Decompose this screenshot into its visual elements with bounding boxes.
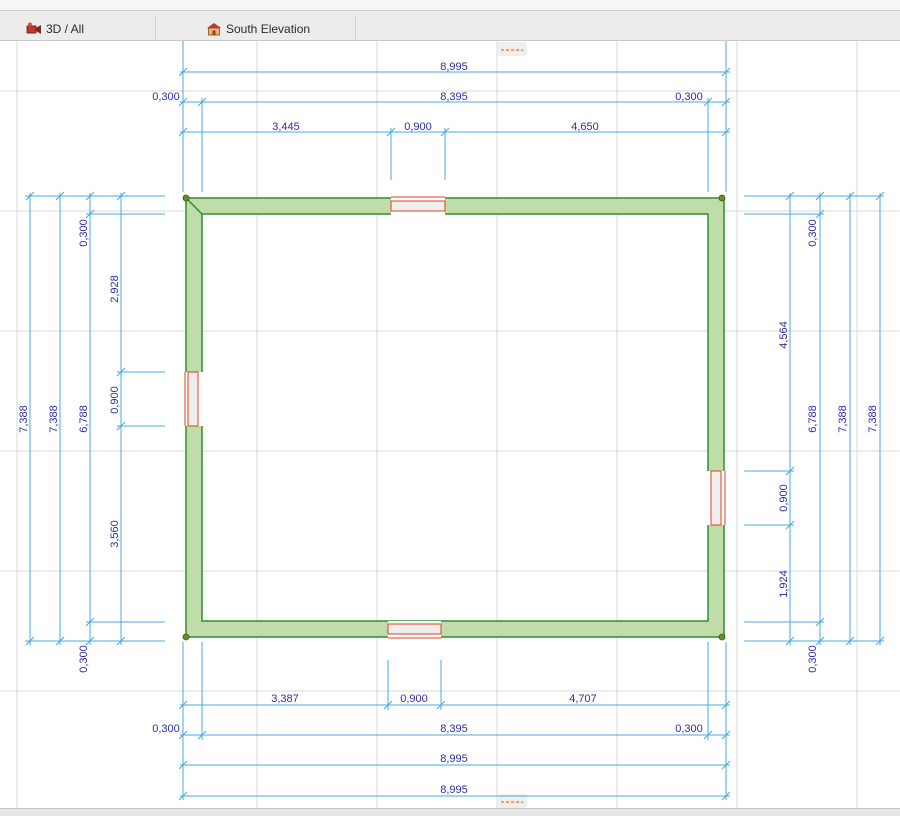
window-opening-right[interactable] (707, 470, 726, 526)
door-opening-top[interactable] (390, 196, 446, 215)
dim-bottom-side-right: 0,300 (675, 723, 703, 735)
dimension-lines[interactable] (25, 41, 884, 800)
dim-top-seg1: 3,445 (272, 121, 300, 133)
dim-right-inner: 6,788 (807, 405, 819, 433)
dim-top-overall: 8,995 (440, 61, 468, 73)
dim-top-side-left: 0,300 (152, 91, 180, 103)
house-icon (206, 22, 222, 36)
window-opening-left[interactable] (184, 371, 203, 427)
tab-south-elevation-label: South Elevation (226, 21, 311, 36)
dim-top-side-right: 0,300 (675, 91, 703, 103)
dim-left-overall1: 7,388 (18, 405, 30, 433)
dim-left-bottom: 0,300 (78, 645, 90, 673)
dim-right-overall1: 7,388 (837, 405, 849, 433)
dim-top-seg2: 0,900 (404, 121, 432, 133)
dim-right-overall2: 7,388 (867, 405, 879, 433)
door-opening-bottom[interactable] (387, 621, 442, 639)
dim-left-seg2: 0,900 (109, 386, 121, 414)
dim-bottom-side-left: 0,300 (152, 723, 180, 735)
dim-left-seg1: 2,928 (109, 275, 121, 303)
dim-right-seg2: 0,900 (778, 484, 790, 512)
dim-bottom-overall2: 8,995 (440, 784, 468, 796)
dim-bottom-seg2: 0,900 (400, 693, 428, 705)
dim-right-bottom: 0,300 (807, 645, 819, 673)
tab-3d-all[interactable]: 3D / All (0, 17, 156, 40)
dim-left-inner: 6,788 (78, 405, 90, 433)
dim-top-inner: 8,395 (440, 91, 468, 103)
dim-right-top: 0,300 (807, 219, 819, 247)
tab-3d-all-label: 3D / All (46, 21, 85, 36)
dimension-labels: 8,995 0,300 8,395 0,300 3,445 0,900 4,65… (18, 61, 879, 796)
grid-lines (0, 41, 900, 808)
dim-bottom-seg1: 3,387 (271, 693, 299, 705)
dim-top-seg3: 4,650 (571, 121, 599, 133)
view-tab-bar: 3D / All South Elevation (0, 0, 900, 41)
camera-icon (26, 22, 42, 36)
dimension-ticks (25, 67, 885, 801)
dim-right-seg1: 4,564 (778, 321, 790, 349)
dim-right-seg3: 1,924 (778, 570, 790, 598)
dim-bottom-seg3: 4,707 (569, 693, 597, 705)
floor-plan-canvas[interactable]: 8,995 0,300 8,395 0,300 3,445 0,900 4,65… (0, 41, 900, 808)
dim-left-top: 0,300 (78, 219, 90, 247)
dim-left-overall2: 7,388 (48, 405, 60, 433)
corner-hotspots[interactable] (182, 194, 726, 641)
dim-bottom-inner: 8,395 (440, 723, 468, 735)
dim-left-seg3: 3,560 (109, 520, 121, 548)
tab-bar-top-strip (0, 0, 900, 11)
section-marker-top[interactable] (497, 42, 527, 56)
tab-south-elevation[interactable]: South Elevation (156, 17, 356, 40)
dim-bottom-overall1: 8,995 (440, 753, 468, 765)
